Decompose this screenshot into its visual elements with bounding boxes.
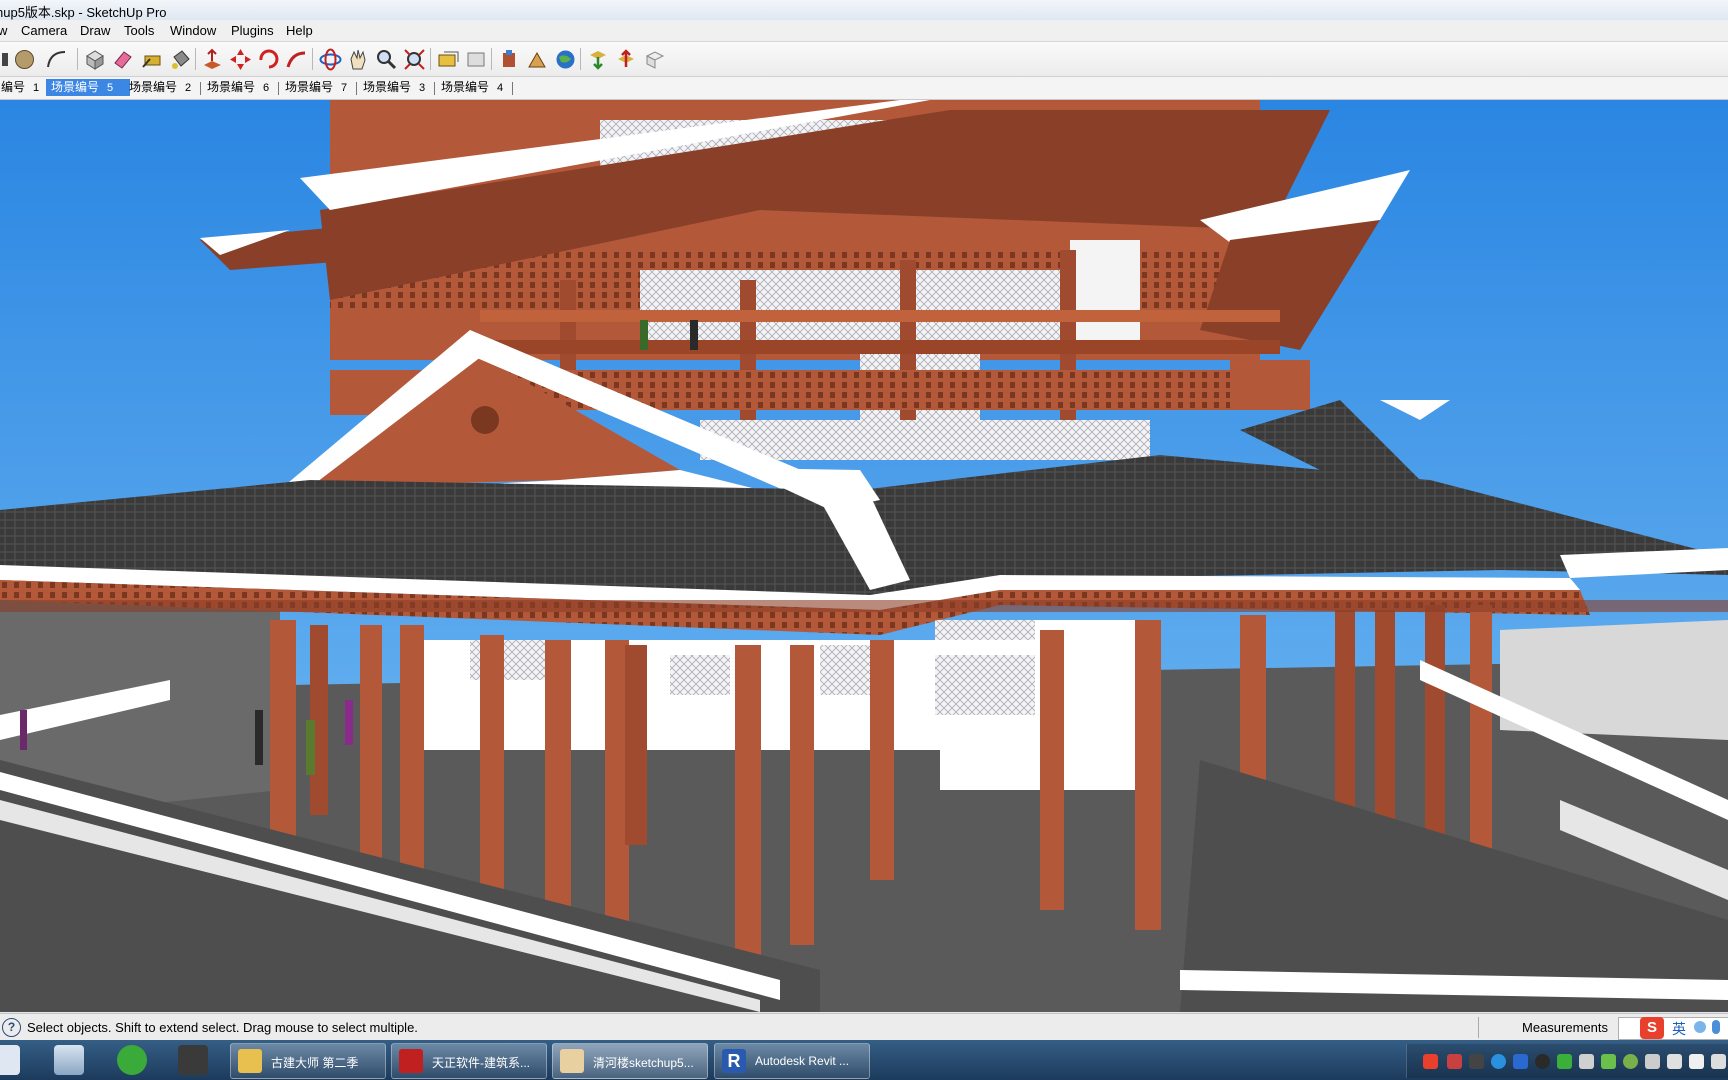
scene-tab-separator — [278, 82, 279, 95]
geo-toggle-terrain-icon[interactable] — [525, 47, 550, 72]
tape-measure-icon[interactable] — [140, 47, 165, 72]
scene-tab[interactable]: 场景编号 7 — [280, 79, 352, 96]
rotate-icon[interactable] — [256, 47, 281, 72]
menu-bar: w Camera Draw Tools Window Plugins Help — [0, 20, 1728, 42]
scene-tab-active[interactable]: 场景编号 5 — [46, 79, 130, 96]
toolbar-separator — [491, 48, 492, 70]
status-text: Select objects. Shift to extend select. … — [27, 1020, 418, 1035]
video-recorder-icon[interactable] — [178, 1045, 208, 1075]
sketchup-icon — [560, 1049, 584, 1073]
menu-tools[interactable]: Tools — [124, 23, 154, 38]
ime-punctuation-icon[interactable] — [1694, 1021, 1706, 1033]
scene-tab-separator — [434, 82, 435, 95]
revit-icon: R — [722, 1049, 746, 1073]
autocad-icon — [399, 1049, 423, 1073]
building-model-render[interactable] — [0, 100, 1728, 1012]
shield-tray-icon[interactable] — [1623, 1054, 1638, 1069]
previous-view-icon[interactable] — [436, 47, 461, 72]
help-icon[interactable]: ? — [2, 1018, 21, 1037]
status-bar: ? Select objects. Shift to extend select… — [0, 1013, 1728, 1041]
next-view-icon[interactable] — [464, 47, 489, 72]
task-tangent-arch[interactable]: 天正软件-建筑系... — [391, 1043, 547, 1079]
scene-tab[interactable]: 场景编号 3 — [358, 79, 430, 96]
security-tray-icon[interactable] — [1447, 1054, 1462, 1069]
toolbar-separator — [195, 48, 196, 70]
pan-icon[interactable] — [346, 47, 371, 72]
sogou-tray-icon[interactable] — [1423, 1054, 1438, 1069]
toolbar-separator — [430, 48, 431, 70]
scene-tab[interactable]: 编号 1 — [0, 79, 44, 96]
task-folder[interactable]: 古建大师 第二季 — [230, 1043, 386, 1079]
scene-tab-separator — [512, 82, 513, 95]
ime-language-indicator[interactable]: 英 — [1672, 1019, 1686, 1039]
toolbar-separator — [77, 48, 78, 70]
ime-sogou-icon[interactable]: S — [1640, 1017, 1664, 1039]
circle-tool-icon[interactable] — [12, 47, 37, 72]
get-models-icon[interactable] — [586, 47, 611, 72]
menu-window[interactable]: Window — [170, 23, 216, 38]
share-model-icon[interactable] — [614, 47, 639, 72]
calculator-icon[interactable] — [54, 1045, 84, 1075]
google-earth-icon[interactable] — [553, 47, 578, 72]
browser-tray-icon[interactable] — [1491, 1054, 1506, 1069]
menu-plugins[interactable]: Plugins — [231, 23, 274, 38]
recorder-tray-icon[interactable] — [1469, 1054, 1484, 1069]
scene-tab-separator — [356, 82, 357, 95]
measurements-label: Measurements — [1522, 1020, 1608, 1035]
qq-tray-icon[interactable] — [1535, 1054, 1550, 1069]
orbit-icon[interactable] — [318, 47, 343, 72]
share-component-icon[interactable] — [642, 47, 667, 72]
task-revit[interactable]: R Autodesk Revit ... — [714, 1043, 870, 1079]
input-tray-icon[interactable] — [1579, 1054, 1594, 1069]
menu-view[interactable]: w — [0, 23, 7, 38]
scene-tab[interactable]: 场景编号 6 — [202, 79, 274, 96]
add-location-icon[interactable] — [497, 47, 522, 72]
signal-tray-icon[interactable] — [1557, 1054, 1572, 1069]
scene-tabs: 编号 1 场景编号 5 场景编号 2 场景编号 6 场景编号 7 场景编号 3 场景编号 4 — [0, 77, 1728, 100]
follow-me-icon[interactable] — [284, 47, 309, 72]
toolbar-separator — [580, 48, 581, 70]
scene-tab[interactable]: 场景编号 2 — [124, 79, 196, 96]
window-title: hup5版本.skp - SketchUp Pro — [0, 5, 167, 20]
browser-icon[interactable] — [117, 1045, 147, 1075]
folder-icon — [238, 1049, 262, 1073]
title-bar: hup5版本.skp - SketchUp Pro — [0, 0, 1728, 21]
update-tray-icon[interactable] — [1601, 1054, 1616, 1069]
status-separator — [1478, 1017, 1479, 1038]
usb-tray-icon[interactable] — [1645, 1054, 1660, 1069]
system-tray — [1406, 1044, 1728, 1078]
main-toolbar — [0, 42, 1728, 77]
arc-tool-icon[interactable] — [44, 47, 69, 72]
task-sketchup[interactable]: 清河楼sketchup5... — [552, 1043, 708, 1079]
model-viewport[interactable] — [0, 100, 1728, 1012]
push-pull-icon[interactable] — [200, 47, 225, 72]
move-icon[interactable] — [228, 47, 253, 72]
menu-help[interactable]: Help — [286, 23, 313, 38]
toolbar-separator — [312, 48, 313, 70]
menu-camera[interactable]: Camera — [21, 23, 67, 38]
show-desktop-icon[interactable] — [0, 1045, 20, 1075]
volume-icon[interactable] — [1689, 1054, 1704, 1069]
clock-tray-icon[interactable] — [1711, 1054, 1726, 1069]
menu-draw[interactable]: Draw — [80, 23, 110, 38]
make-component-icon[interactable] — [82, 47, 107, 72]
network-tray-icon[interactable] — [1667, 1054, 1682, 1069]
scene-tab-separator — [200, 82, 201, 95]
eraser-icon[interactable] — [110, 47, 135, 72]
zoom-extents-icon[interactable] — [402, 47, 427, 72]
paint-bucket-icon[interactable] — [168, 47, 193, 72]
scene-tab[interactable]: 场景编号 4 — [436, 79, 508, 96]
windows-taskbar: 古建大师 第二季 天正软件-建筑系... 清河楼sketchup5... R A… — [0, 1040, 1728, 1080]
chat-tray-icon[interactable] — [1513, 1054, 1528, 1069]
ime-microphone-icon[interactable] — [1712, 1020, 1720, 1034]
zoom-icon[interactable] — [374, 47, 399, 72]
